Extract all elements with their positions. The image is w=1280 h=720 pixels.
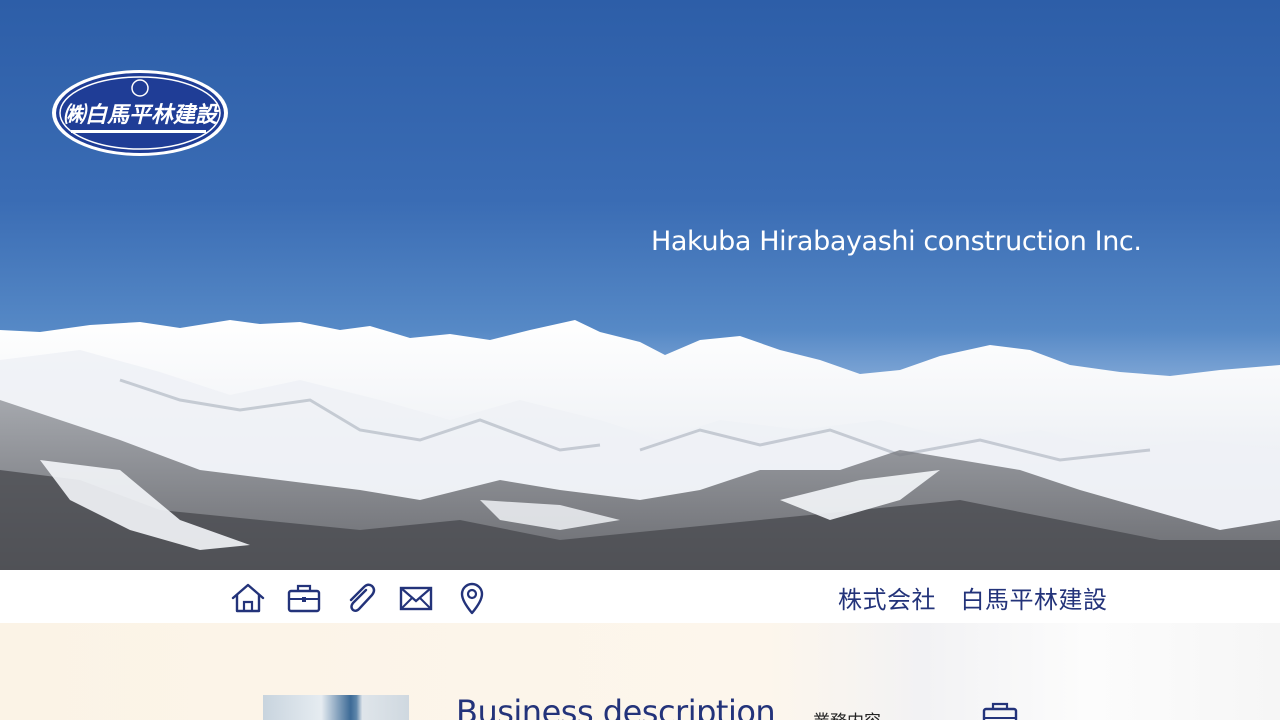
home-icon[interactable] bbox=[228, 579, 268, 617]
business-title-jp: 業務内容 bbox=[813, 707, 881, 720]
mail-icon[interactable] bbox=[396, 579, 436, 617]
map-pin-icon[interactable] bbox=[452, 579, 492, 617]
business-thumbnail bbox=[263, 695, 409, 720]
company-logo[interactable]: ㈱白馬平林建設 bbox=[51, 69, 229, 157]
hero-banner: ㈱白馬平林建設 Hakuba Hirabayashi construction … bbox=[0, 0, 1280, 570]
briefcase-icon bbox=[980, 699, 1020, 720]
logo-lettering: ㈱白馬平林建設 bbox=[63, 102, 220, 128]
business-title[interactable]: Business description bbox=[456, 693, 776, 720]
company-tagline: Hakuba Hirabayashi construction Inc. bbox=[651, 226, 1142, 257]
briefcase-icon[interactable] bbox=[284, 579, 324, 617]
business-section: Business description 業務内容 bbox=[0, 623, 1280, 720]
paperclip-icon[interactable] bbox=[340, 579, 380, 617]
company-name-jp: 株式会社 白馬平林建設 bbox=[838, 586, 1108, 614]
